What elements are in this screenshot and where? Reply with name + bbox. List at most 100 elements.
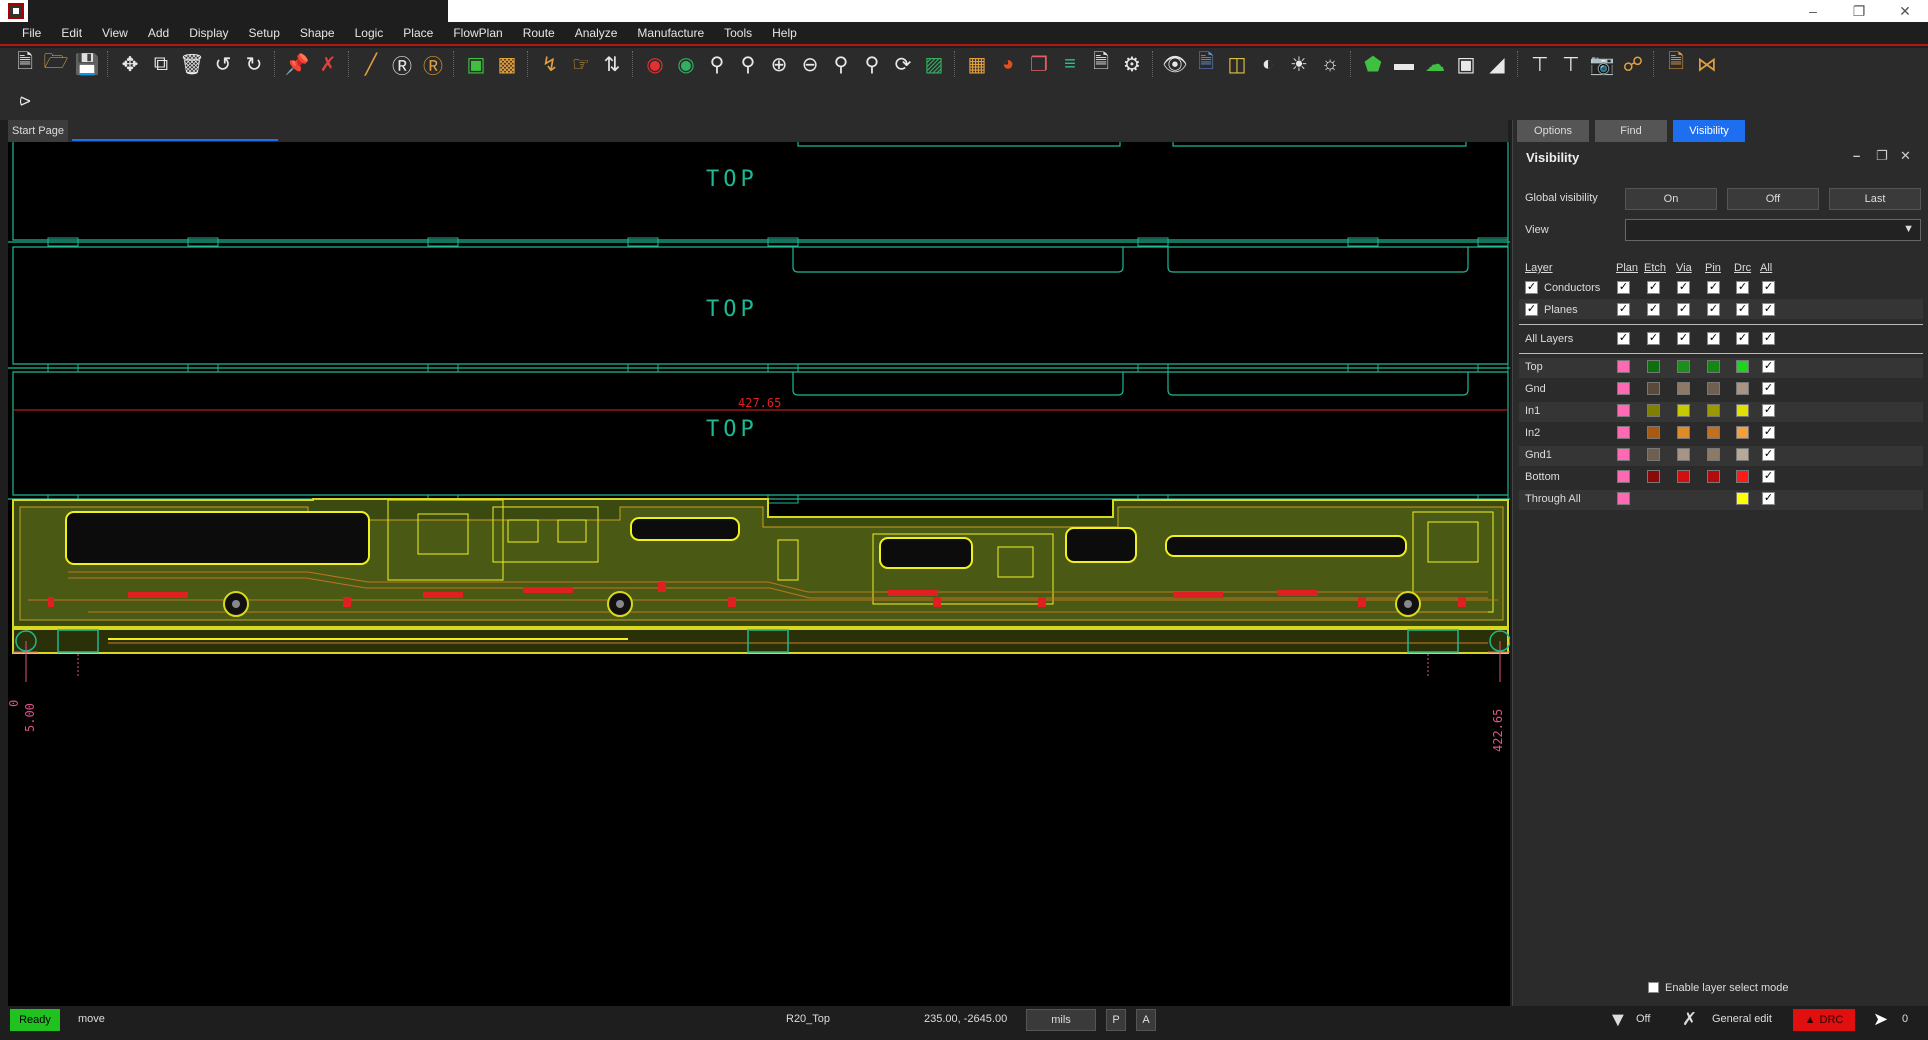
menu-shape[interactable]: Shape	[290, 26, 345, 40]
zoom-area-icon[interactable]: ⚲	[733, 49, 763, 79]
visibility-last-button[interactable]: Last	[1829, 188, 1921, 210]
layer-gnd-drc-color[interactable]	[1736, 382, 1749, 395]
refresh-icon[interactable]: ⟳	[888, 49, 918, 79]
layer-gnd-pin-color[interactable]	[1707, 382, 1720, 395]
pointer-icon[interactable]: ➤	[1873, 1009, 1888, 1030]
tab-find[interactable]: Find	[1595, 120, 1667, 142]
layer-gnd-all-checkbox[interactable]: ✓	[1762, 382, 1775, 395]
conductors-drc-checkbox[interactable]: ✓	[1736, 281, 1749, 294]
grid-icon[interactable]: ▦	[962, 49, 992, 79]
layer-through-all-all-checkbox[interactable]: ✓	[1762, 492, 1775, 505]
cloud-icon[interactable]: ☁	[1420, 49, 1450, 79]
all-layers-plan-checkbox[interactable]: ✓	[1617, 332, 1630, 345]
menu-edit[interactable]: Edit	[51, 26, 92, 40]
planes-drc-checkbox[interactable]: ✓	[1736, 303, 1749, 316]
all-layers-pin-checkbox[interactable]: ✓	[1707, 332, 1720, 345]
light-icon[interactable]: ☀	[1284, 49, 1314, 79]
layer-gnd-via-color[interactable]	[1677, 382, 1690, 395]
layer-through-all-plan-color[interactable]	[1617, 492, 1630, 505]
layers-icon[interactable]: ❐	[1024, 49, 1054, 79]
copy-icon[interactable]: ⧉	[146, 49, 176, 79]
layer-gnd1-via-color[interactable]	[1677, 448, 1690, 461]
shape-icon[interactable]: ⬟	[1358, 49, 1388, 79]
text-icon[interactable]: Ⓡ	[387, 49, 417, 79]
layer-bottom-pin-color[interactable]	[1707, 470, 1720, 483]
layer-bottom-etch-color[interactable]	[1647, 470, 1660, 483]
layer-top-all-checkbox[interactable]: ✓	[1762, 360, 1775, 373]
all-layers-via-checkbox[interactable]: ✓	[1677, 332, 1690, 345]
conductors-via-checkbox[interactable]: ✓	[1677, 281, 1690, 294]
layer-top-plan-color[interactable]	[1617, 360, 1630, 373]
layer-gnd1-plan-color[interactable]	[1617, 448, 1630, 461]
menu-display[interactable]: Display	[179, 26, 238, 40]
share-icon[interactable]: ⪧	[10, 85, 40, 115]
layer-in1-via-color[interactable]	[1677, 404, 1690, 417]
layer-top-etch-color[interactable]	[1647, 360, 1660, 373]
line-icon[interactable]: ╱	[356, 49, 386, 79]
layer-in1-drc-color[interactable]	[1736, 404, 1749, 417]
visibility-on-button[interactable]: On	[1625, 188, 1717, 210]
layer-in1-etch-color[interactable]	[1647, 404, 1660, 417]
tab-visibility[interactable]: Visibility	[1673, 120, 1745, 142]
layer-in1-pin-color[interactable]	[1707, 404, 1720, 417]
conductors-pin-checkbox[interactable]: ✓	[1707, 281, 1720, 294]
route-icon[interactable]: ↯	[535, 49, 565, 79]
layer-bottom-all-checkbox[interactable]: ✓	[1762, 470, 1775, 483]
text-edit-icon[interactable]: Ⓡ	[418, 49, 448, 79]
pin-icon[interactable]: 📌	[282, 49, 312, 79]
planes-via-checkbox[interactable]: ✓	[1677, 303, 1690, 316]
visibility-off-button[interactable]: Off	[1727, 188, 1819, 210]
minimize-icon[interactable]: –	[1790, 0, 1836, 22]
report2-icon[interactable]: 🗎	[1661, 49, 1691, 79]
3d-icon[interactable]: ◫	[1222, 49, 1252, 79]
layer-in2-plan-color[interactable]	[1617, 426, 1630, 439]
a-button[interactable]: A	[1136, 1009, 1156, 1031]
layer-in1-all-checkbox[interactable]: ✓	[1762, 404, 1775, 417]
planes-plan-checkbox[interactable]: ✓	[1617, 303, 1630, 316]
conductors-etch-checkbox[interactable]: ✓	[1647, 281, 1660, 294]
menu-help[interactable]: Help	[762, 26, 807, 40]
pcb-canvas[interactable]: TOP TOP TOP 427.65 0 5.00 422.65	[8, 142, 1510, 1006]
globe-icon[interactable]: ◉	[671, 49, 701, 79]
layer-top-pin-color[interactable]	[1707, 360, 1720, 373]
layer-gnd-plan-color[interactable]	[1617, 382, 1630, 395]
shade-icon[interactable]: ◐	[1253, 49, 1283, 79]
open-icon[interactable]: 🗁	[41, 49, 71, 79]
tab-start-page[interactable]: Start Page	[8, 120, 68, 142]
close-icon[interactable]: ✕	[1882, 0, 1928, 22]
tools-icon[interactable]: ✗	[1682, 1009, 1697, 1030]
r2a-icon[interactable]: ☍	[1618, 49, 1648, 79]
layer-top-drc-color[interactable]	[1736, 360, 1749, 373]
light-off-icon[interactable]: ☼	[1315, 49, 1345, 79]
menu-file[interactable]: File	[12, 26, 51, 40]
menu-manufacture[interactable]: Manufacture	[627, 26, 714, 40]
save-icon[interactable]: 💾	[72, 49, 102, 79]
planes-all-checkbox[interactable]: ✓	[1762, 303, 1775, 316]
restore-icon[interactable]: ❐	[1836, 0, 1882, 22]
menu-tools[interactable]: Tools	[714, 26, 762, 40]
view-select[interactable]: ▼	[1625, 219, 1921, 241]
zoom-out-icon[interactable]: ⊖	[795, 49, 825, 79]
report-icon[interactable]: 🗎	[1086, 49, 1116, 79]
zoom-in-icon[interactable]: ⊕	[764, 49, 794, 79]
board-icon[interactable]: ▨	[919, 49, 949, 79]
all-layers-all-checkbox[interactable]: ✓	[1762, 332, 1775, 345]
bowtie-icon[interactable]: ⋈	[1692, 49, 1722, 79]
layer-in2-drc-color[interactable]	[1736, 426, 1749, 439]
layer-through-all-drc-color[interactable]	[1736, 492, 1749, 505]
edit-mode[interactable]: General edit	[1712, 1013, 1772, 1025]
tab-options[interactable]: Options	[1517, 120, 1589, 142]
layer-gnd1-etch-color[interactable]	[1647, 448, 1660, 461]
menu-route[interactable]: Route	[513, 26, 565, 40]
settings-icon[interactable]: ⚙	[1117, 49, 1147, 79]
drc-icon[interactable]: ◉	[640, 49, 670, 79]
slide-icon[interactable]: ☞	[566, 49, 596, 79]
layer-in2-etch-color[interactable]	[1647, 426, 1660, 439]
planes-pin-checkbox[interactable]: ✓	[1707, 303, 1720, 316]
filter-icon[interactable]: ▼	[1608, 1009, 1628, 1032]
menu-add[interactable]: Add	[138, 26, 179, 40]
layer-in2-all-checkbox[interactable]: ✓	[1762, 426, 1775, 439]
layer-bottom-plan-color[interactable]	[1617, 470, 1630, 483]
menu-analyze[interactable]: Analyze	[565, 26, 628, 40]
flip-icon[interactable]: ◢	[1482, 49, 1512, 79]
